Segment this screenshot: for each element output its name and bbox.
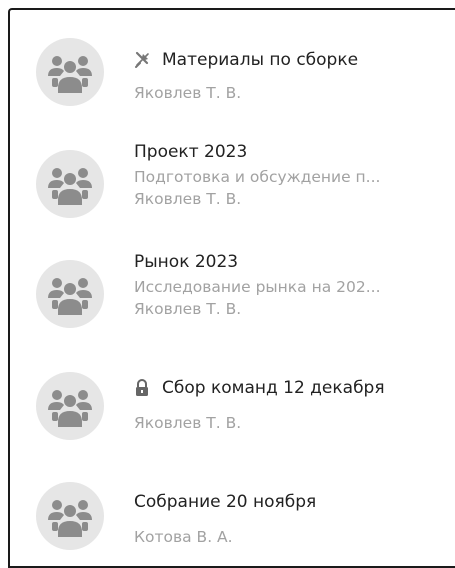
chat-title: Проект 2023 [134,142,248,162]
chat-last-message: Исследование рынка на 202... [134,278,381,296]
chat-item-project-2023[interactable]: Проект 2023 Подготовка и обсуждение п...… [10,134,455,234]
group-avatar-icon [36,482,104,550]
chat-author: Яковлев Т. В. [134,190,242,208]
chat-item-market-2023[interactable]: Рынок 2023 Исследование рынка на 202... … [10,244,455,344]
chat-item-text: Собрание 20 ноября Котова В. А. [134,490,455,548]
chat-list: Материалы по сборке Яковлев Т. В. Проект… [8,8,455,568]
chat-item-text: Сбор команд 12 декабря Яковлев Т. В. [134,376,455,434]
group-avatar-icon [36,372,104,440]
chat-author: Яковлев Т. В. [134,414,242,432]
chat-item-text: Проект 2023 Подготовка и обсуждение п...… [134,140,455,210]
group-avatar-icon [36,150,104,218]
chat-item-text: Материалы по сборке Яковлев Т. В. [134,48,455,104]
chat-author: Яковлев Т. В. [134,300,242,318]
chat-title: Рынок 2023 [134,252,239,272]
group-avatar-icon [36,38,104,106]
chat-item-meeting-20-nov[interactable]: Собрание 20 ноября Котова В. А. [10,466,455,566]
chat-author: Котова В. А. [134,528,233,546]
pin-off-icon [134,51,150,69]
chat-title: Материалы по сборке [134,48,455,72]
chat-item-text: Рынок 2023 Исследование рынка на 202... … [134,250,455,320]
lock-icon [134,379,150,397]
chat-item-team-gathering[interactable]: Сбор команд 12 декабря Яковлев Т. В. [10,356,455,456]
chat-item-materials[interactable]: Материалы по сборке Яковлев Т. В. [10,22,455,122]
chat-title: Сбор команд 12 декабря [134,376,455,400]
group-avatar-icon [36,260,104,328]
chat-title-text: Сбор команд 12 декабря [162,378,385,398]
chat-last-message: Подготовка и обсуждение п... [134,168,381,186]
chat-title: Собрание 20 ноября [134,492,317,512]
chat-author: Яковлев Т. В. [134,84,242,102]
chat-title-text: Материалы по сборке [162,50,359,70]
